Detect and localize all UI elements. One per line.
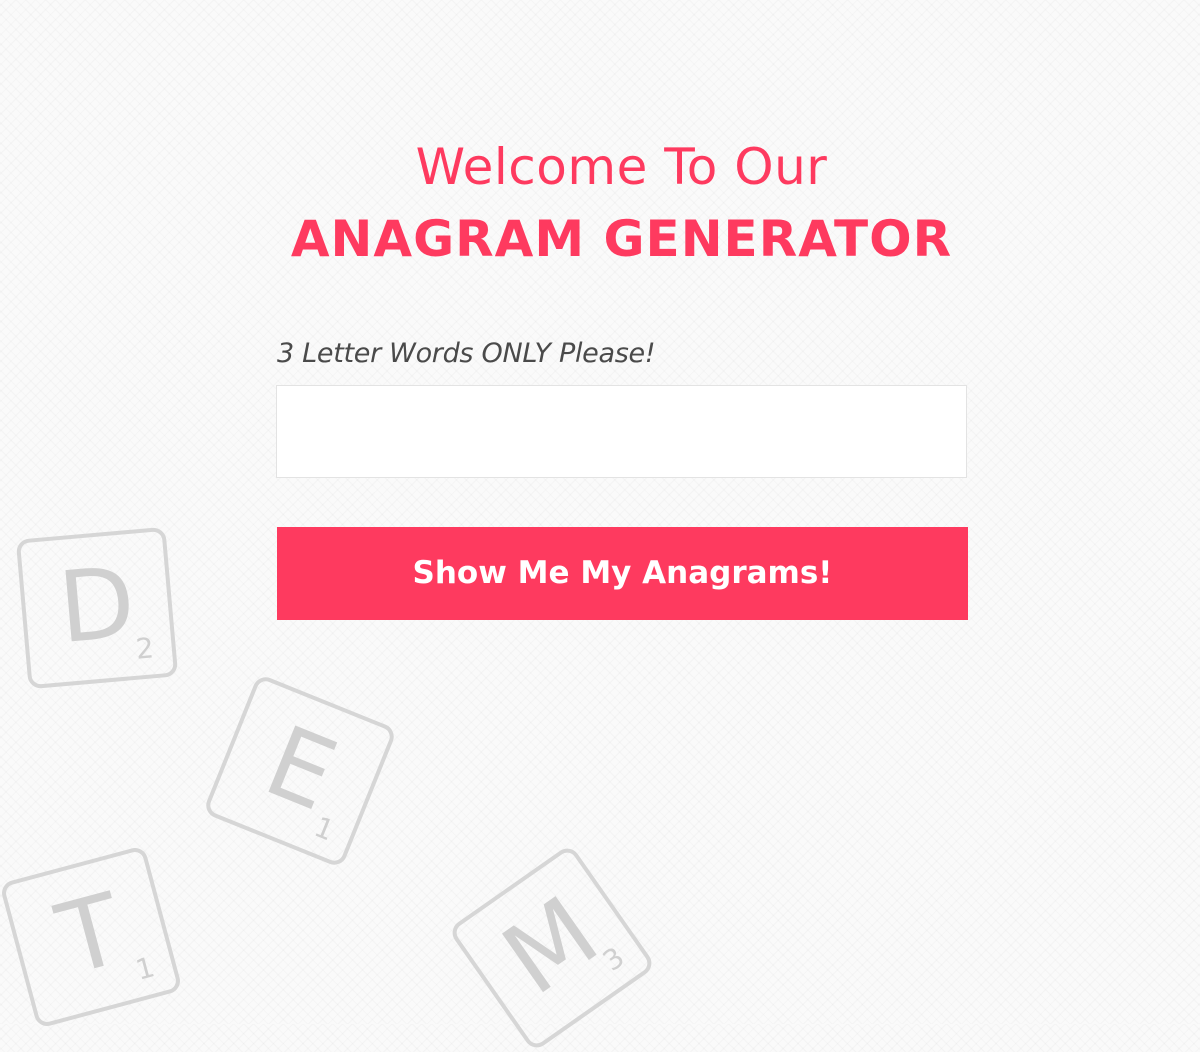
tile-letter: T [46, 872, 135, 998]
scrabble-tile-m: M 3 [447, 843, 657, 1052]
heading-welcome-line: Welcome To Our [415, 138, 828, 196]
heading-title-line: ANAGRAM GENERATOR [290, 210, 953, 268]
page-heading: Welcome To Our ANAGRAM GENERATOR [0, 135, 1200, 279]
word-input[interactable] [276, 385, 967, 478]
word-input-label: 3 Letter Words ONLY Please! [277, 338, 656, 369]
tile-letter: E [250, 704, 351, 834]
scrabble-tile-e: E 1 [202, 673, 398, 869]
scrabble-tile-t: T 1 [0, 845, 183, 1029]
show-anagrams-button[interactable]: Show Me My Anagrams! [277, 527, 968, 620]
scrabble-tile-d: D 2 [15, 526, 179, 690]
tile-points: 2 [134, 631, 156, 666]
